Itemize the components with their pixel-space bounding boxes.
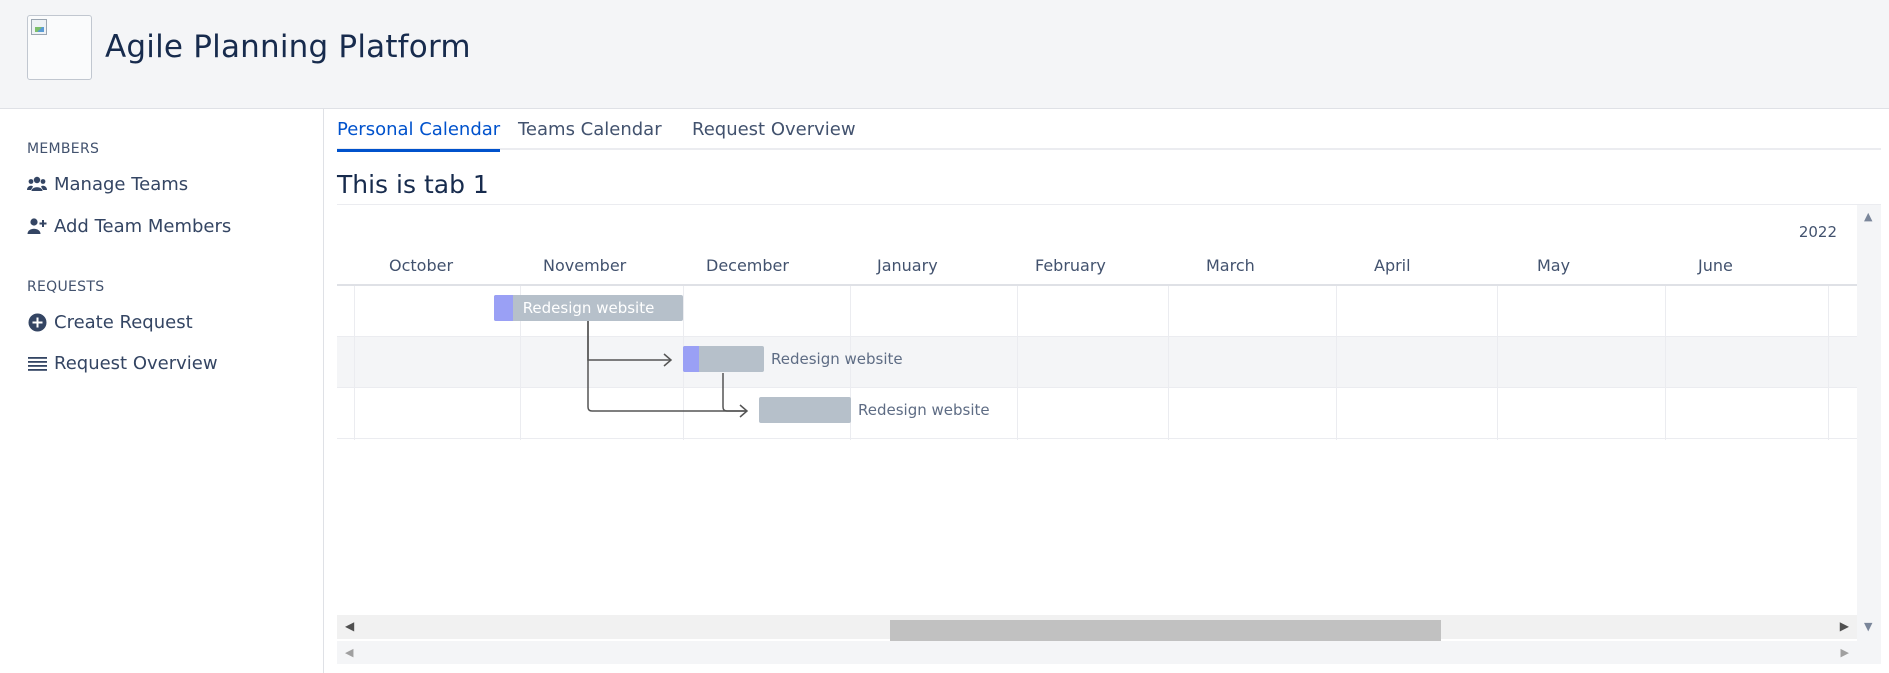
section-label-members: MEMBERS (27, 141, 100, 157)
sidebar-item-label: Add Team Members (54, 215, 232, 237)
scrollbar-thumb[interactable] (890, 620, 1441, 641)
scroll-up-icon[interactable]: ▲ (1864, 210, 1872, 223)
task-bar[interactable] (683, 346, 764, 372)
sidebar-item-add-team-members[interactable]: Add Team Members (27, 212, 231, 240)
tab-request-overview[interactable]: Request Overview (692, 119, 856, 149)
scroll-right-icon[interactable]: ▶ (1841, 646, 1849, 659)
scroll-right-icon[interactable]: ▶ (1840, 619, 1849, 633)
scroll-left-icon[interactable]: ◀ (345, 646, 353, 659)
top-header: Agile Planning Platform (0, 0, 1889, 109)
section-label-requests: REQUESTS (27, 279, 105, 295)
sidebar-item-label: Request Overview (54, 352, 218, 374)
dependency-arrow (722, 373, 747, 412)
scroll-left-icon[interactable]: ◀ (345, 619, 354, 633)
tab-teams-calendar[interactable]: Teams Calendar (518, 119, 662, 149)
sidebar: MEMBERS Manage Teams Add Team Members RE… (0, 109, 324, 673)
horizontal-scrollbar[interactable]: ◀ ▶ (337, 615, 1857, 641)
tab-heading: This is tab 1 (337, 170, 489, 199)
scroll-down-icon[interactable]: ▼ (1864, 620, 1872, 633)
app-title: Agile Planning Platform (105, 29, 471, 65)
task-progress (683, 346, 699, 372)
task-bar[interactable]: Redesign website (494, 295, 683, 321)
logo-image[interactable] (27, 15, 92, 80)
users-icon (27, 174, 47, 194)
user-plus-icon (27, 216, 47, 236)
sidebar-item-label: Create Request (54, 311, 193, 333)
sidebar-item-create-request[interactable]: Create Request (27, 308, 193, 336)
list-icon (27, 353, 47, 373)
vertical-scrollbar[interactable]: ▲ ▼ (1857, 205, 1881, 664)
task-label: Redesign website (522, 299, 655, 317)
sidebar-item-manage-teams[interactable]: Manage Teams (27, 170, 188, 198)
gantt-chart: 2022 October November December January F… (337, 204, 1881, 664)
task-label: Redesign website (858, 401, 990, 419)
tab-bar: Personal Calendar Teams Calendar Request… (337, 109, 1881, 152)
dependency-arrow (587, 320, 671, 361)
plus-circle-icon (27, 312, 47, 332)
sidebar-item-request-overview[interactable]: Request Overview (27, 349, 218, 377)
task-label: Redesign website (771, 350, 903, 368)
task-bar[interactable] (759, 397, 851, 423)
sidebar-item-label: Manage Teams (54, 173, 189, 195)
dependency-arrows (587, 320, 749, 418)
broken-image-icon (31, 19, 47, 35)
tab-personal-calendar[interactable]: Personal Calendar (337, 119, 501, 152)
horizontal-scrollbar-secondary[interactable]: ◀ ▶ (337, 641, 1857, 664)
main-content: Personal Calendar Teams Calendar Request… (325, 109, 1889, 673)
